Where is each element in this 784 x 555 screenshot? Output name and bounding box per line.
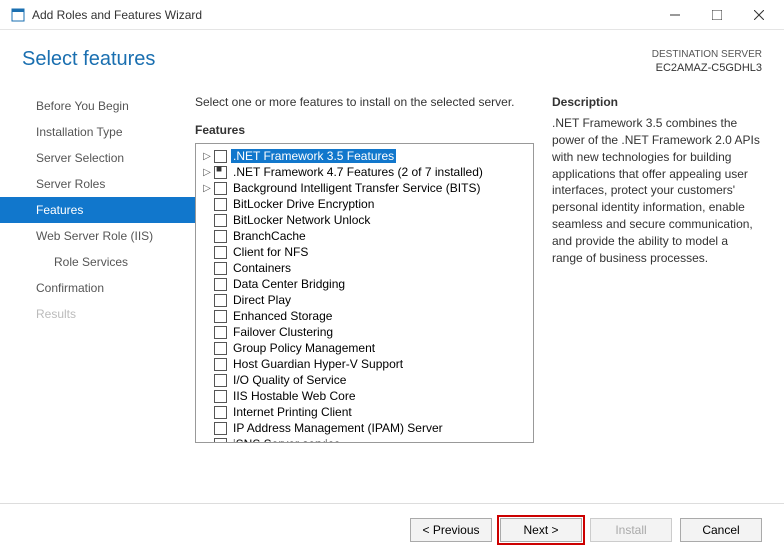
feature-row[interactable]: Client for NFS <box>198 244 531 260</box>
feature-checkbox[interactable] <box>214 374 227 387</box>
feature-label: Background Intelligent Transfer Service … <box>231 181 482 195</box>
feature-row[interactable]: BitLocker Drive Encryption <box>198 196 531 212</box>
description-text: .NET Framework 3.5 combines the power of… <box>552 115 762 266</box>
page-title: Select features <box>22 48 155 71</box>
feature-row[interactable]: Data Center Bridging <box>198 276 531 292</box>
nav-item[interactable]: Server Roles <box>0 171 195 197</box>
description-label: Description <box>552 95 762 109</box>
feature-row[interactable]: ▷ Background Intelligent Transfer Service… <box>198 180 531 196</box>
destination-label: DESTINATION SERVER <box>652 48 762 61</box>
feature-checkbox[interactable] <box>214 342 227 355</box>
feature-label: .NET Framework 4.7 Features (2 of 7 inst… <box>231 165 485 179</box>
nav-item[interactable]: Web Server Role (IIS) <box>0 223 195 249</box>
feature-row[interactable]: Direct Play <box>198 292 531 308</box>
feature-label: IIS Hostable Web Core <box>231 389 358 403</box>
feature-checkbox[interactable] <box>214 198 227 211</box>
app-icon <box>10 7 26 23</box>
footer: < Previous Next > Install Cancel <box>0 503 784 555</box>
feature-label: Failover Clustering <box>231 325 335 339</box>
expand-icon[interactable]: ▷ <box>200 167 214 178</box>
feature-checkbox[interactable] <box>214 438 227 444</box>
feature-checkbox[interactable] <box>214 230 227 243</box>
previous-button[interactable]: < Previous <box>410 518 492 542</box>
feature-row[interactable]: iSNS Server service <box>198 436 531 443</box>
content: Select one or more features to install o… <box>195 85 784 505</box>
main: Before You BeginInstallation TypeServer … <box>0 85 784 505</box>
feature-label: I/O Quality of Service <box>231 373 348 387</box>
feature-label: IP Address Management (IPAM) Server <box>231 421 445 435</box>
feature-row[interactable]: BitLocker Network Unlock <box>198 212 531 228</box>
titlebar: Add Roles and Features Wizard <box>0 0 784 30</box>
feature-label: BitLocker Network Unlock <box>231 213 372 227</box>
feature-checkbox[interactable] <box>214 262 227 275</box>
instruction-text: Select one or more features to install o… <box>195 95 534 109</box>
feature-checkbox[interactable] <box>214 246 227 259</box>
feature-checkbox[interactable] <box>214 406 227 419</box>
nav-item[interactable]: Features <box>0 197 195 223</box>
feature-row[interactable]: IIS Hostable Web Core <box>198 388 531 404</box>
features-label: Features <box>195 123 534 137</box>
expand-icon[interactable]: ▷ <box>200 151 214 162</box>
feature-label: Group Policy Management <box>231 341 377 355</box>
nav-item[interactable]: Confirmation <box>0 275 195 301</box>
feature-label: Client for NFS <box>231 245 310 259</box>
feature-row[interactable]: Failover Clustering <box>198 324 531 340</box>
feature-label: .NET Framework 3.5 Features <box>231 149 396 163</box>
feature-checkbox[interactable] <box>214 278 227 291</box>
feature-checkbox[interactable] <box>214 214 227 227</box>
feature-label: Host Guardian Hyper-V Support <box>231 357 405 371</box>
nav-sidebar: Before You BeginInstallation TypeServer … <box>0 85 195 505</box>
nav-item[interactable]: Server Selection <box>0 145 195 171</box>
install-button: Install <box>590 518 672 542</box>
nav-item[interactable]: Role Services <box>0 249 195 275</box>
feature-row[interactable]: ▷ .NET Framework 4.7 Features (2 of 7 ins… <box>198 164 531 180</box>
destination-server: EC2AMAZ-C5GDHL3 <box>652 61 762 75</box>
feature-row[interactable]: Internet Printing Client <box>198 404 531 420</box>
cancel-button[interactable]: Cancel <box>680 518 762 542</box>
feature-row[interactable]: IP Address Management (IPAM) Server <box>198 420 531 436</box>
feature-checkbox[interactable] <box>214 358 227 371</box>
feature-checkbox[interactable] <box>214 294 227 307</box>
features-list[interactable]: ▷ .NET Framework 3.5 Features ▷ .NET Framew… <box>195 143 534 443</box>
feature-checkbox[interactable] <box>214 326 227 339</box>
window-title: Add Roles and Features Wizard <box>32 8 654 22</box>
expand-icon[interactable]: ▷ <box>200 183 214 194</box>
feature-checkbox[interactable] <box>214 182 227 195</box>
feature-row[interactable]: BranchCache <box>198 228 531 244</box>
next-button[interactable]: Next > <box>500 518 582 542</box>
feature-row[interactable]: Group Policy Management <box>198 340 531 356</box>
feature-checkbox[interactable] <box>214 310 227 323</box>
feature-label: Direct Play <box>231 293 293 307</box>
feature-label: Enhanced Storage <box>231 309 334 323</box>
feature-row[interactable]: ▷ .NET Framework 3.5 Features <box>198 148 531 164</box>
feature-checkbox[interactable] <box>214 390 227 403</box>
feature-label: BitLocker Drive Encryption <box>231 197 376 211</box>
nav-item: Results <box>0 301 195 327</box>
header: Select features DESTINATION SERVER EC2AM… <box>0 30 784 85</box>
feature-label: BranchCache <box>231 229 308 243</box>
feature-checkbox[interactable] <box>214 166 227 179</box>
destination-block: DESTINATION SERVER EC2AMAZ-C5GDHL3 <box>652 48 762 75</box>
feature-row[interactable]: Host Guardian Hyper-V Support <box>198 356 531 372</box>
feature-row[interactable]: I/O Quality of Service <box>198 372 531 388</box>
feature-checkbox[interactable] <box>214 422 227 435</box>
nav-item[interactable]: Before You Begin <box>0 93 195 119</box>
feature-checkbox[interactable] <box>214 150 227 163</box>
feature-label: Containers <box>231 261 293 275</box>
close-button[interactable] <box>738 1 780 29</box>
minimize-button[interactable] <box>654 1 696 29</box>
feature-row[interactable]: Containers <box>198 260 531 276</box>
nav-item[interactable]: Installation Type <box>0 119 195 145</box>
feature-label: Internet Printing Client <box>231 405 354 419</box>
feature-row[interactable]: Enhanced Storage <box>198 308 531 324</box>
feature-label: Data Center Bridging <box>231 277 347 291</box>
feature-label: iSNS Server service <box>231 437 342 443</box>
maximize-button[interactable] <box>696 1 738 29</box>
